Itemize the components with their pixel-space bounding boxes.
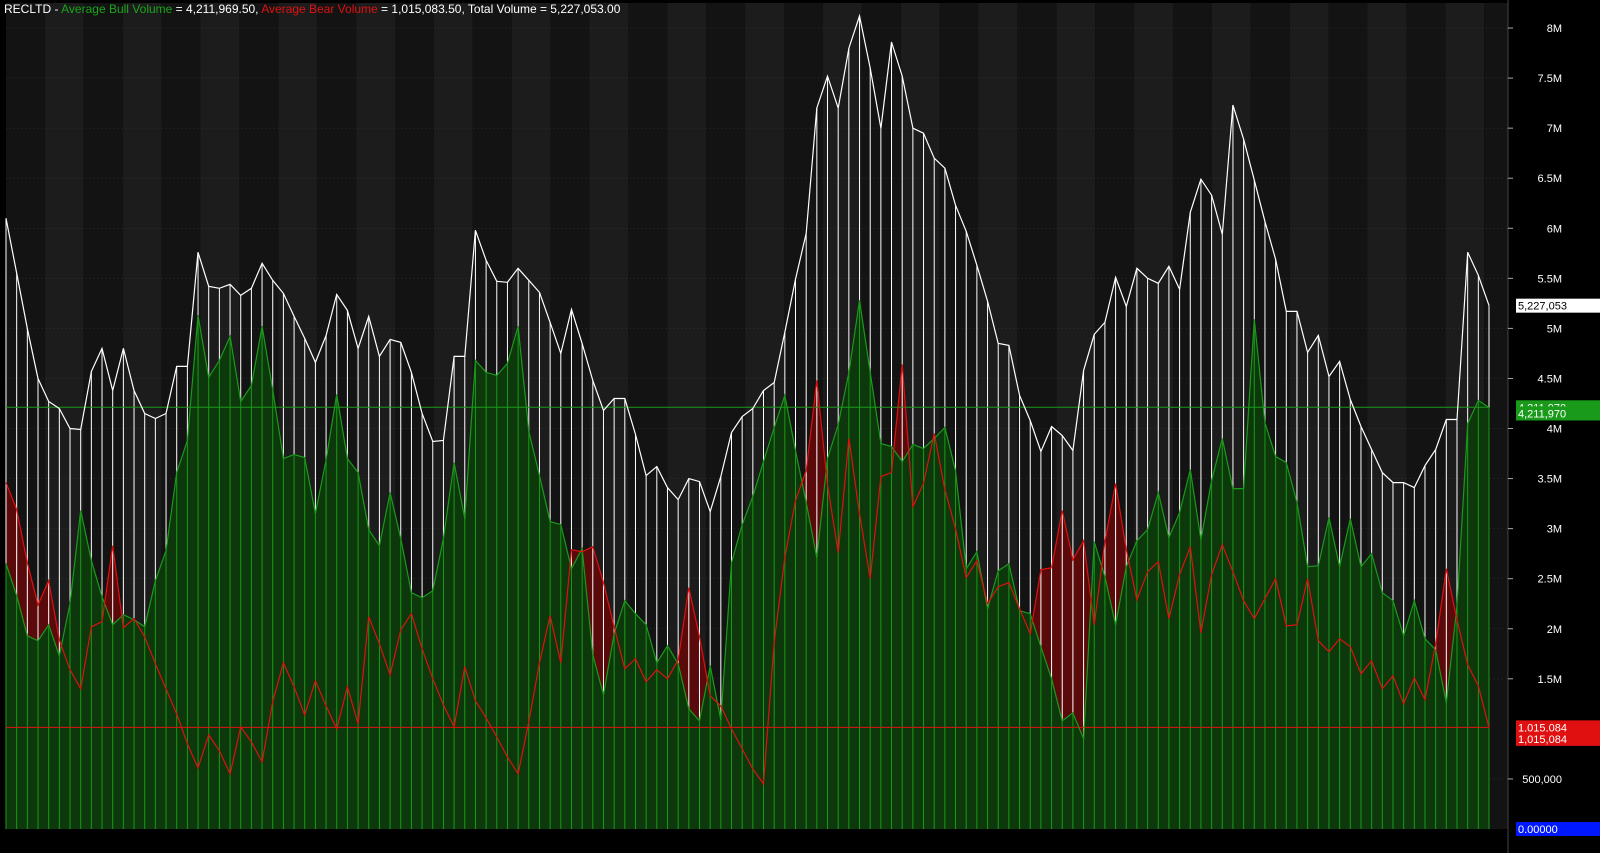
value-tag-label: 5,227,053 — [1518, 301, 1567, 313]
value-tag: 4,211,970 — [1516, 406, 1600, 421]
axis-tick-label: 2.5M — [1538, 574, 1562, 586]
value-tag-label: 4,211,970 — [1518, 408, 1566, 420]
axis-tick-label: 500,000 — [1522, 774, 1562, 786]
axis-tick-label: 2M — [1547, 624, 1562, 636]
axis-tick-label: 7M — [1547, 123, 1562, 135]
chart-header: RECLTD - Average Bull Volume = 4,211,969… — [4, 2, 620, 16]
bear-volume-label: Average Bear Volume — [261, 2, 378, 16]
volume-chart: 500,000 1.5M 2M 2.5M 3M 3.5M 4M 4.5M 5M 5.5M 6M 6.5… — [0, 0, 1600, 853]
axis-tick-label: 8M — [1547, 23, 1562, 35]
axis-tick-label: 1.5M — [1538, 674, 1562, 686]
axis-tick-label: 5.5M — [1538, 273, 1562, 285]
axis-tick-label: 6M — [1547, 223, 1562, 235]
axis-tick-label: 4.5M — [1538, 373, 1562, 385]
value-tag-label: 0.00000 — [1518, 824, 1558, 836]
axis-tick-label: 4M — [1547, 424, 1562, 436]
bear-volume-value: = 1,015,083.50, — [377, 2, 468, 16]
axis-tick-label: 6.5M — [1538, 173, 1562, 185]
symbol-name: RECLTD — [4, 2, 52, 16]
value-tag-label: 1,015,084 — [1518, 734, 1567, 746]
value-tag: 0.00000 — [1516, 822, 1600, 836]
bear-area-fill — [1072, 540, 1084, 739]
axis-tick-label: 5M — [1547, 323, 1562, 335]
value-tag: 5,227,053 — [1516, 298, 1600, 313]
axis-tick-label: 3.5M — [1538, 474, 1562, 486]
value-tag: 1,015,084 — [1516, 731, 1600, 746]
bull-volume-value: = 4,211,969.50, — [172, 2, 262, 16]
total-volume-text: Total Volume = 5,227,053.00 — [467, 2, 621, 16]
axis-tick-label: 3M — [1547, 524, 1562, 536]
axis-tick-label: 7.5M — [1538, 73, 1562, 85]
bull-volume-label: Average Bull Volume — [61, 2, 173, 16]
header-separator: - — [51, 2, 62, 16]
